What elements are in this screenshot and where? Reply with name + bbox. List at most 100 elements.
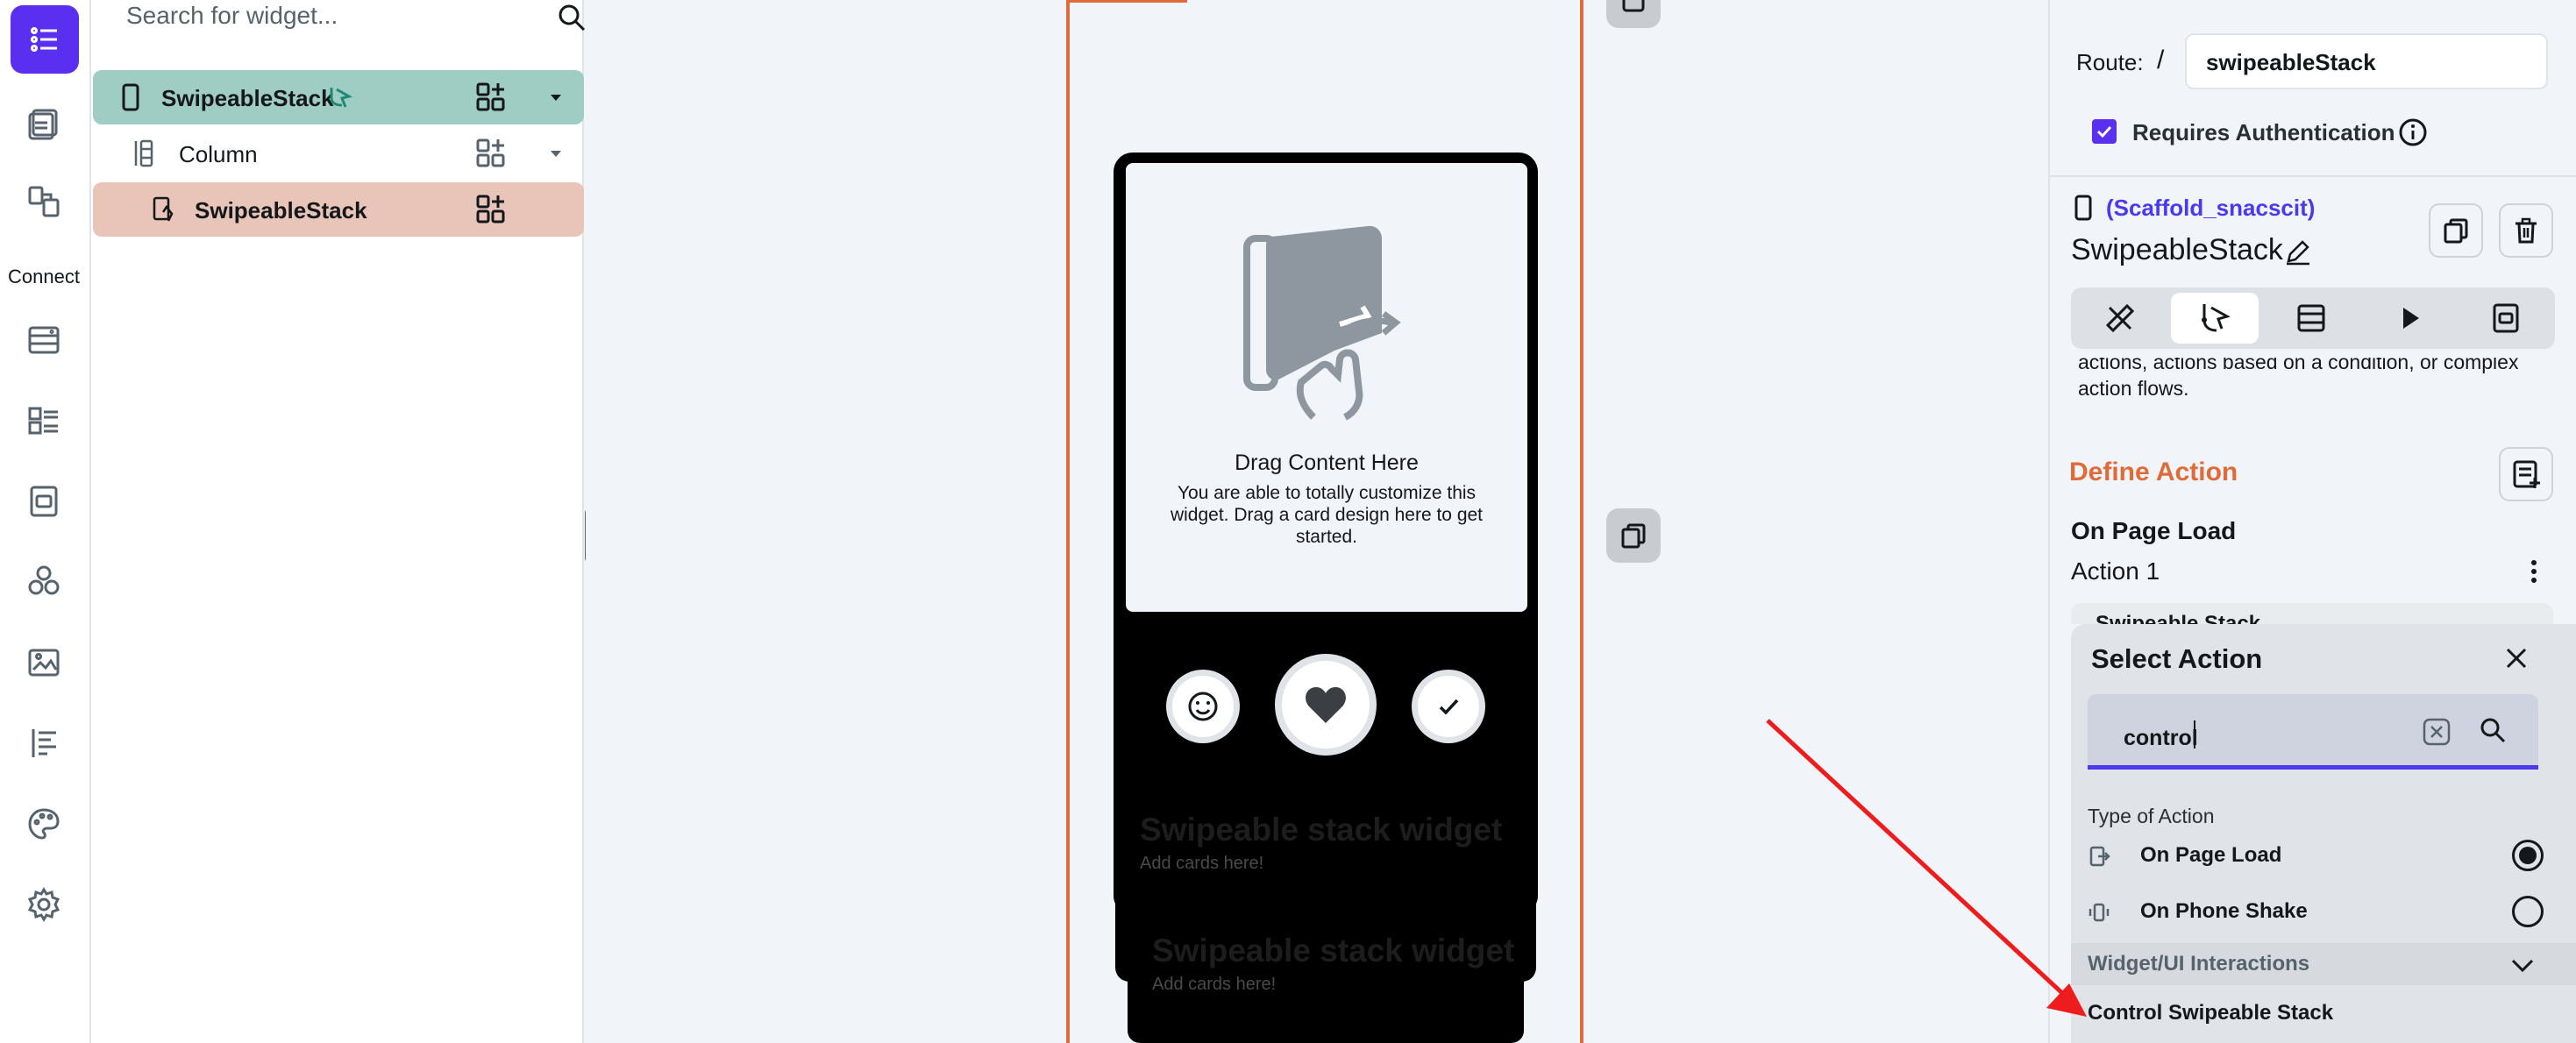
delete-widget-button[interactable] <box>2499 203 2553 258</box>
option-label: On Phone Shake <box>2140 899 2308 923</box>
canvas-tool-button[interactable] <box>1606 0 1661 28</box>
action-flow-icon <box>2202 304 2231 332</box>
phone-icon <box>2074 195 2092 221</box>
route-value[interactable]: swipeableStack <box>2206 49 2376 76</box>
actions-description: actions, actions based on a condition, o… <box>2078 358 2551 410</box>
action-search-input[interactable]: control <box>2124 726 2198 751</box>
define-action-heading: Define Action <box>2069 458 2238 486</box>
custom-code-icon[interactable] <box>18 717 70 770</box>
add-action-icon <box>2513 460 2540 488</box>
chevron-down-icon[interactable] <box>547 145 565 162</box>
option-on-page-load[interactable]: On Page Load <box>2088 840 2544 875</box>
chevron-down-icon[interactable] <box>2509 952 2536 978</box>
info-icon[interactable] <box>2398 117 2428 147</box>
storage-icon[interactable] <box>18 475 70 528</box>
phone-icon <box>122 83 139 111</box>
pages-icon[interactable] <box>18 96 70 149</box>
ghost-card-title: Swipeable stack widget <box>1140 812 1503 848</box>
requires-auth-checkbox[interactable] <box>2092 119 2117 144</box>
select-action-title: Select Action <box>2091 643 2263 674</box>
components-icon[interactable] <box>18 175 70 228</box>
scaffold-link[interactable]: (Scaffold_snacscit) <box>2106 195 2315 222</box>
tab-storage[interactable] <box>2462 293 2550 344</box>
page-load-icon <box>2089 846 2110 867</box>
device-frame-top <box>1070 0 1187 3</box>
accept-button[interactable] <box>1412 670 1485 743</box>
radio-selected[interactable] <box>2512 840 2544 871</box>
radio-dot <box>2519 847 2537 864</box>
route-slash: / <box>2157 46 2165 74</box>
tree-item-swipeable-stack[interactable]: SwipeableStack <box>93 182 584 237</box>
search-icon[interactable] <box>2478 715 2508 745</box>
copy-icon <box>2444 218 2468 244</box>
actions-description-text: actions, actions based on a condition, o… <box>2078 358 2519 400</box>
widget-tree-icon[interactable] <box>11 5 79 74</box>
api-icon[interactable] <box>18 394 70 447</box>
widget-tree-panel: Search for widget... SwipeableStack Colu… <box>91 0 586 1043</box>
connect-label: Connect <box>8 266 80 287</box>
add-widget-icon[interactable] <box>473 136 509 171</box>
action-label[interactable]: Action 1 <box>2071 557 2160 585</box>
tree-item-label: Column <box>179 141 258 167</box>
action-dropdown[interactable]: Swipeable Stack <box>2071 603 2553 624</box>
tab-animations[interactable] <box>2366 293 2453 344</box>
tab-backend-query[interactable] <box>2267 293 2355 344</box>
tab-actions[interactable] <box>2171 293 2259 344</box>
storage-icon <box>2493 303 2519 333</box>
database-icon <box>2297 304 2325 332</box>
tree-item-page[interactable]: SwipeableStack <box>93 70 584 124</box>
ghost-card-subtitle: Add cards here! <box>1152 975 1277 994</box>
image-icon <box>1622 0 1645 12</box>
chevron-down-icon[interactable] <box>547 89 565 106</box>
tree-item-label: SwipeableStack <box>195 197 367 224</box>
group-label: Widget/UI Interactions <box>2088 952 2310 976</box>
database-icon[interactable] <box>18 314 70 366</box>
integrations-icon[interactable] <box>18 556 70 608</box>
search-icon[interactable] <box>556 2 587 33</box>
trash-icon <box>2516 217 2537 244</box>
route-label: Route: <box>2076 49 2144 75</box>
theme-icon[interactable] <box>18 798 70 850</box>
settings-icon[interactable] <box>18 878 70 931</box>
phone-shake-icon <box>2089 903 2110 922</box>
add-widget-icon[interactable] <box>473 80 509 115</box>
drag-description: You are able to totally customize this w… <box>1170 483 1484 547</box>
duplicate-widget-button[interactable] <box>2429 203 2483 258</box>
drag-content-icon <box>1243 225 1401 421</box>
action-flow-icon <box>330 88 352 108</box>
drag-title: Drag Content Here <box>1235 451 1419 475</box>
nav-rail: Connect <box>0 0 91 1043</box>
tree-item-column[interactable]: Column <box>93 126 584 181</box>
media-icon[interactable] <box>18 636 70 689</box>
duplicate-button[interactable] <box>1606 508 1661 563</box>
heart-icon <box>1306 687 1346 723</box>
open-action-flow-editor-button[interactable] <box>2499 447 2553 501</box>
edit-icon[interactable] <box>2283 237 2313 266</box>
skip-button[interactable] <box>1166 670 1240 743</box>
widget-search[interactable]: Search for widget... <box>126 0 586 35</box>
divider <box>2048 175 2576 177</box>
trigger-label: On Page Load <box>2071 517 2237 544</box>
tree-item-label: SwipeableStack <box>161 85 334 111</box>
ghost-card-subtitle: Add cards here! <box>1140 854 1264 873</box>
app-root: Connect Search for widget... SwipeableSt… <box>0 0 2576 1043</box>
check-icon <box>2096 125 2112 138</box>
action-item-control-swipeable-stack[interactable]: Control Swipeable Stack <box>2088 1001 2333 1025</box>
ghost-card-title: Swipeable stack widget <box>1152 933 1515 968</box>
like-button[interactable] <box>1275 654 1377 756</box>
option-on-phone-shake[interactable]: On Phone Shake <box>2088 896 2544 931</box>
requires-auth-label: Requires Authentication <box>2132 119 2395 145</box>
more-options-icon[interactable] <box>2525 557 2543 585</box>
tab-properties[interactable] <box>2076 293 2164 344</box>
option-label: On Page Load <box>2140 843 2282 867</box>
action-dropdown-value: Swipeable Stack <box>2096 612 2261 624</box>
close-icon[interactable] <box>2503 645 2530 671</box>
text-caret <box>2194 720 2195 749</box>
clear-icon[interactable] <box>2422 717 2451 747</box>
swipeable-stack-icon <box>153 196 174 222</box>
copy-icon <box>1621 523 1646 549</box>
radio-unselected[interactable] <box>2512 896 2544 927</box>
type-of-action-label: Type of Action <box>2088 805 2215 827</box>
add-widget-icon[interactable] <box>473 192 509 227</box>
widget-search-input[interactable]: Search for widget... <box>126 2 338 30</box>
